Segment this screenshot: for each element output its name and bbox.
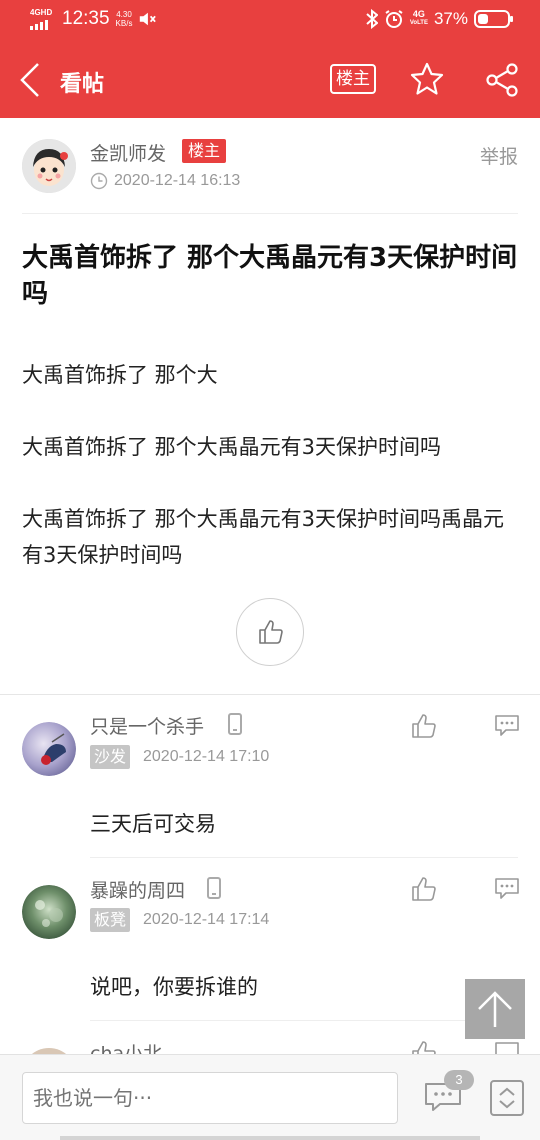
- battery-percent: 37%: [433, 9, 468, 28]
- commenter-avatar[interactable]: [22, 722, 76, 776]
- nav-bar: 看帖 楼主: [0, 42, 540, 118]
- owner-only-button[interactable]: 楼主: [330, 64, 376, 94]
- page-title: 看帖: [60, 72, 105, 97]
- clock-icon: [90, 172, 108, 190]
- thumbs-up-icon: [259, 620, 283, 644]
- reply-input[interactable]: [22, 1072, 398, 1124]
- bluetooth-icon: [366, 9, 378, 29]
- header-divider: [22, 213, 518, 214]
- bottom-bar: 3: [0, 1054, 540, 1140]
- commenter-avatar[interactable]: [22, 885, 76, 939]
- clock: 12:35: [62, 8, 110, 29]
- phone-icon: [228, 713, 242, 735]
- share-icon[interactable]: [484, 62, 520, 98]
- comment-like-icon[interactable]: [411, 713, 437, 739]
- post-title: 大禹首饰拆了 那个大禹晶元有3天保护时间吗: [22, 243, 518, 309]
- floor-badge: 板凳: [90, 908, 131, 932]
- chevron-up-down-icon: [499, 1087, 515, 1109]
- bottom-indicator: [60, 1136, 480, 1140]
- status-bar: 4GHD 12:35 4.30 KB/s 4G VoLTE 37%: [0, 0, 540, 42]
- post-like-button[interactable]: [236, 598, 304, 666]
- signal-icon: 4GHD: [30, 8, 56, 30]
- comment-content: 说吧，你要拆谁的: [90, 975, 258, 999]
- comment-divider: [90, 857, 518, 858]
- commenter-name[interactable]: 只是一个杀手: [90, 712, 204, 739]
- comment-time: 2020-12-14 17:14: [143, 911, 270, 928]
- comment-reply-icon[interactable]: [494, 876, 520, 900]
- network-type: 4GHD: [30, 8, 53, 17]
- nature-photo-avatar: [22, 885, 76, 939]
- phone-icon: [207, 877, 221, 899]
- arrow-up-icon: [478, 991, 512, 1027]
- section-divider: [0, 694, 540, 695]
- author-avatar[interactable]: [22, 139, 76, 193]
- network-speed: 4.30 KB/s: [115, 10, 133, 28]
- alarm-icon: [385, 10, 403, 28]
- comment-time: 2020-12-14 17:10: [143, 748, 270, 765]
- comment-like-icon[interactable]: [411, 876, 437, 902]
- battery-icon: [474, 10, 513, 28]
- comment-divider: [90, 1020, 518, 1021]
- favorite-star-icon[interactable]: [410, 62, 444, 96]
- cell-network-label: 4G VoLTE: [409, 9, 428, 27]
- comment-reply-icon[interactable]: [494, 713, 520, 737]
- back-to-top-button[interactable]: [465, 979, 525, 1039]
- cartoon-avatar-icon: [22, 139, 76, 193]
- commenter-name[interactable]: 暴躁的周四: [90, 876, 185, 903]
- post-paragraph: 大禹首饰拆了 那个大: [22, 363, 218, 387]
- mute-icon: [140, 12, 157, 26]
- author-owner-badge: 楼主: [182, 139, 227, 163]
- post-paragraph: 大禹首饰拆了 那个大禹晶元有3天保护时间吗: [22, 435, 442, 459]
- floor-badge: 沙发: [90, 745, 131, 769]
- report-button[interactable]: 举报: [480, 142, 518, 169]
- comment-count-badge: 3: [444, 1070, 474, 1090]
- comment-content: 三天后可交易: [90, 812, 216, 836]
- page-scroll-button[interactable]: [490, 1080, 524, 1116]
- bird-photo-avatar: [22, 722, 76, 776]
- author-name[interactable]: 金凯师发: [90, 139, 166, 166]
- post-time: 2020-12-14 16:13: [114, 172, 241, 189]
- post-paragraph: 大禹首饰拆了 那个大禹晶元有3天保护时间吗禹晶元有3天保护时间吗: [22, 507, 505, 567]
- back-icon[interactable]: [14, 60, 50, 100]
